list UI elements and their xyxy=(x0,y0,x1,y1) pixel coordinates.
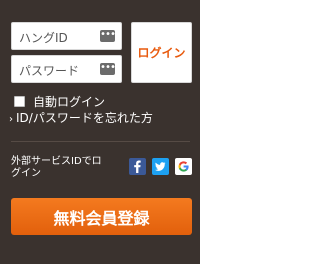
password-placeholder: パスワード xyxy=(19,64,80,78)
keyboard-icon[interactable]: ••• xyxy=(100,30,116,42)
auto-login-checkbox[interactable] xyxy=(14,96,25,107)
forgot-password-link[interactable]: › ID/パスワードを忘れた方 xyxy=(9,109,153,126)
external-login-label: 外部サービスIDでログイン xyxy=(11,156,102,179)
id-placeholder: ハングID xyxy=(19,31,68,45)
register-button[interactable]: 無料会員登録 xyxy=(11,198,192,235)
forgot-password-label: ID/パスワードを忘れた方 xyxy=(16,111,153,125)
login-button[interactable]: ログイン xyxy=(131,22,192,83)
google-icon[interactable] xyxy=(175,158,192,175)
keyboard-icon[interactable]: ••• xyxy=(100,63,116,75)
twitter-icon[interactable] xyxy=(152,158,169,175)
divider xyxy=(11,141,190,142)
auto-login-label: 自動ログイン xyxy=(33,95,106,109)
password-input[interactable]: パスワード ••• xyxy=(11,55,122,83)
auto-login-option[interactable]: 自動ログイン xyxy=(14,93,105,110)
login-panel: ハングID ••• パスワード ••• ログイン 自動ログイン › ID/パスワー… xyxy=(0,0,200,264)
id-input[interactable]: ハングID ••• xyxy=(11,22,122,50)
chevron-right-icon: › xyxy=(9,114,13,125)
facebook-icon[interactable] xyxy=(129,158,146,175)
